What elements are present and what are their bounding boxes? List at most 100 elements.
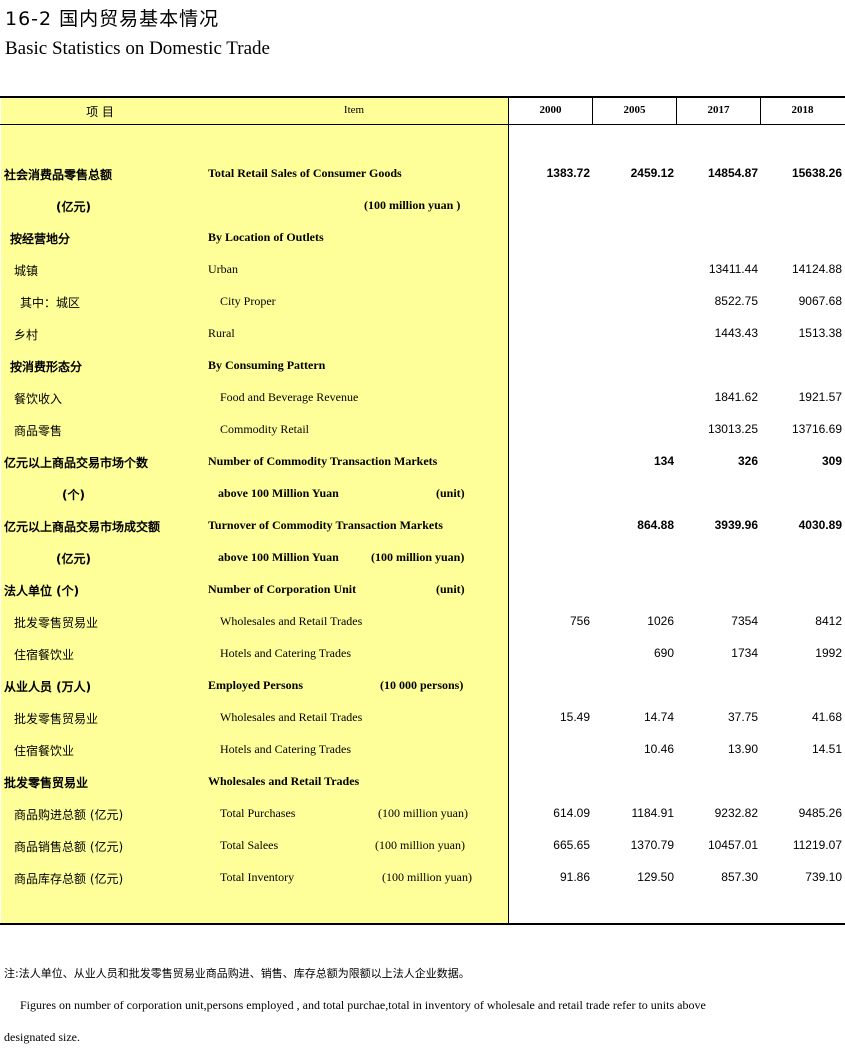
row-label-en: above 100 Million Yuan bbox=[218, 550, 339, 564]
value-2005: 1370.79 bbox=[630, 838, 674, 852]
row-label-cn: 住宿餐饮业 bbox=[14, 744, 75, 758]
row-label-en: Food and Beverage Revenue bbox=[220, 390, 359, 404]
value-2018: 9067.68 bbox=[798, 294, 842, 308]
value-2017: 1841.62 bbox=[714, 390, 758, 404]
table-row: 按消费形态分 By Consuming Pattern bbox=[0, 358, 845, 390]
row-label-en: Wholesales and Retail Trades bbox=[220, 614, 363, 628]
table-row: 批发零售贸易业 Wholesales and Retail Trades 15.49… bbox=[0, 710, 845, 742]
header-item-cn: 项 目 bbox=[86, 105, 114, 119]
value-2018: 739.10 bbox=[805, 870, 842, 884]
table-row: (亿元) above 100 Million Yuan (100 million y… bbox=[0, 550, 845, 582]
row-label-cn: (个) bbox=[62, 488, 85, 502]
value-2000: 665.65 bbox=[553, 838, 590, 852]
row-label-cn: 亿元以上商品交易市场成交额 bbox=[4, 520, 161, 534]
table-row: 亿元以上商品交易市场个数 Number of Commodity Transact… bbox=[0, 454, 845, 486]
row-label-cn: 商品购进总额 (亿元) bbox=[14, 808, 124, 822]
value-2005: 14.74 bbox=[643, 710, 674, 724]
table-row: (亿元) (100 million yuan ) bbox=[0, 198, 845, 230]
row-label-cn: 餐饮收入 bbox=[14, 392, 63, 406]
row-label-en: Rural bbox=[208, 326, 235, 340]
note-en-line1: Figures on number of corporation unit,pe… bbox=[20, 998, 706, 1012]
value-2018: 9485.26 bbox=[798, 806, 842, 820]
row-label-cn: 商品销售总额 (亿元) bbox=[14, 840, 124, 854]
page-title-cn: 16-2 国内贸易基本情况 bbox=[5, 8, 220, 30]
value-2017: 14854.87 bbox=[707, 166, 758, 180]
row-label-en: Commodity Retail bbox=[220, 422, 309, 436]
row-label-en: above 100 Million Yuan bbox=[218, 486, 339, 500]
row-label-cn: 商品零售 bbox=[14, 424, 63, 438]
table-row: 商品零售 Commodity Retail 13013.25 13716.69 bbox=[0, 422, 845, 454]
table-row: 从业人员 (万人) Employed Persons (10 000 persons… bbox=[0, 678, 845, 710]
row-label-cn: 批发零售贸易业 bbox=[14, 712, 99, 726]
value-2018: 309 bbox=[821, 454, 842, 468]
table-row: 住宿餐饮业 Hotels and Catering Trades 10.46 13.9… bbox=[0, 742, 845, 774]
row-label-en: Wholesales and Retail Trades bbox=[208, 774, 360, 788]
header-year-2017: 2017 bbox=[707, 104, 730, 116]
value-2017: 10457.01 bbox=[707, 838, 758, 852]
value-2017: 7354 bbox=[731, 614, 758, 628]
row-label-en: Total Purchases bbox=[220, 806, 296, 820]
page-title-en: Basic Statistics on Domestic Trade bbox=[5, 38, 270, 59]
header-year-2005: 2005 bbox=[623, 104, 646, 116]
row-label-cn: 其中：城区 bbox=[20, 296, 81, 310]
row-label-cn: 从业人员 (万人) bbox=[4, 680, 92, 694]
value-2017: 8522.75 bbox=[714, 294, 758, 308]
value-2005: 134 bbox=[653, 454, 674, 468]
value-2017: 1443.43 bbox=[714, 326, 758, 340]
value-2017: 9232.82 bbox=[714, 806, 758, 820]
table-row: 社会消费品零售总额 Total Retail Sales of Consumer … bbox=[0, 166, 845, 198]
row-label-en: Number of Commodity Transaction Markets bbox=[208, 454, 438, 468]
row-unit: (100 million yuan) bbox=[371, 550, 465, 564]
value-2005: 129.50 bbox=[637, 870, 674, 884]
value-2018: 1921.57 bbox=[798, 390, 842, 404]
row-label-en: Turnover of Commodity Transaction Market… bbox=[208, 518, 443, 532]
row-label-en: By Consuming Pattern bbox=[208, 358, 326, 372]
value-2017: 857.30 bbox=[721, 870, 758, 884]
row-label-en: Number of Corporation Unit bbox=[208, 582, 357, 596]
value-2000: 756 bbox=[569, 614, 590, 628]
value-2017: 13.90 bbox=[727, 742, 758, 756]
row-unit: (100 million yuan) bbox=[375, 838, 465, 852]
row-label-cn: (亿元) bbox=[56, 552, 91, 566]
row-label-en: Wholesales and Retail Trades bbox=[220, 710, 363, 724]
value-2018: 1513.38 bbox=[798, 326, 842, 340]
table-row: 商品购进总额 (亿元) Total Purchases (100 million y… bbox=[0, 806, 845, 838]
row-label-en: Urban bbox=[208, 262, 238, 276]
value-2005: 864.88 bbox=[637, 518, 674, 532]
table-row: 城镇 Urban 13411.44 14124.88 bbox=[0, 262, 845, 294]
table-row: 法人单位 (个) Number of Corporation Unit (unit) bbox=[0, 582, 845, 614]
row-unit: (unit) bbox=[436, 486, 465, 500]
row-label-cn: 批发零售贸易业 bbox=[4, 776, 89, 790]
note-en-line2: designated size. bbox=[4, 1030, 80, 1044]
row-label-en: Total Retail Sales of Consumer Goods bbox=[208, 166, 402, 180]
row-label-en: Total Salees bbox=[220, 838, 279, 852]
row-label-cn: 城镇 bbox=[14, 264, 39, 278]
value-2018: 41.68 bbox=[811, 710, 842, 724]
row-label-en: City Proper bbox=[220, 294, 276, 308]
table-row: 商品销售总额 (亿元) Total Salees (100 million yuan… bbox=[0, 838, 845, 870]
table-row: 批发零售贸易业 Wholesales and Retail Trades bbox=[0, 774, 845, 806]
row-label-cn: 乡村 bbox=[14, 328, 39, 342]
table-row: 批发零售贸易业 Wholesales and Retail Trades 756 10… bbox=[0, 614, 845, 646]
value-2005: 1184.91 bbox=[631, 806, 675, 820]
row-label-cn: 亿元以上商品交易市场个数 bbox=[4, 456, 149, 470]
row-label-cn: 批发零售贸易业 bbox=[14, 616, 99, 630]
value-2000: 614.09 bbox=[553, 806, 590, 820]
row-label-cn: (亿元) bbox=[56, 200, 91, 214]
row-label-en: Total Inventory bbox=[220, 870, 295, 884]
value-2018: 15638.26 bbox=[791, 166, 842, 180]
value-2005: 10.46 bbox=[643, 742, 674, 756]
table-header-rule bbox=[0, 124, 845, 125]
row-unit: (100 million yuan) bbox=[378, 806, 468, 820]
row-label-cn: 商品库存总额 (亿元) bbox=[14, 872, 124, 886]
value-2005: 690 bbox=[653, 646, 674, 660]
value-2017: 1734 bbox=[731, 646, 758, 660]
value-2018: 11219.07 bbox=[792, 838, 842, 852]
row-unit: (unit) bbox=[436, 582, 465, 596]
note-cn: 注:法人单位、从业人员和批发零售贸易业商品购进、销售、库存总额为限额以上法人企业… bbox=[4, 967, 470, 980]
row-label-cn: 按消费形态分 bbox=[10, 360, 83, 374]
row-unit: (100 million yuan ) bbox=[364, 198, 461, 212]
header-year-2018: 2018 bbox=[791, 104, 814, 116]
value-2017: 3939.96 bbox=[714, 518, 758, 532]
row-label-en: By Location of Outlets bbox=[208, 230, 324, 244]
